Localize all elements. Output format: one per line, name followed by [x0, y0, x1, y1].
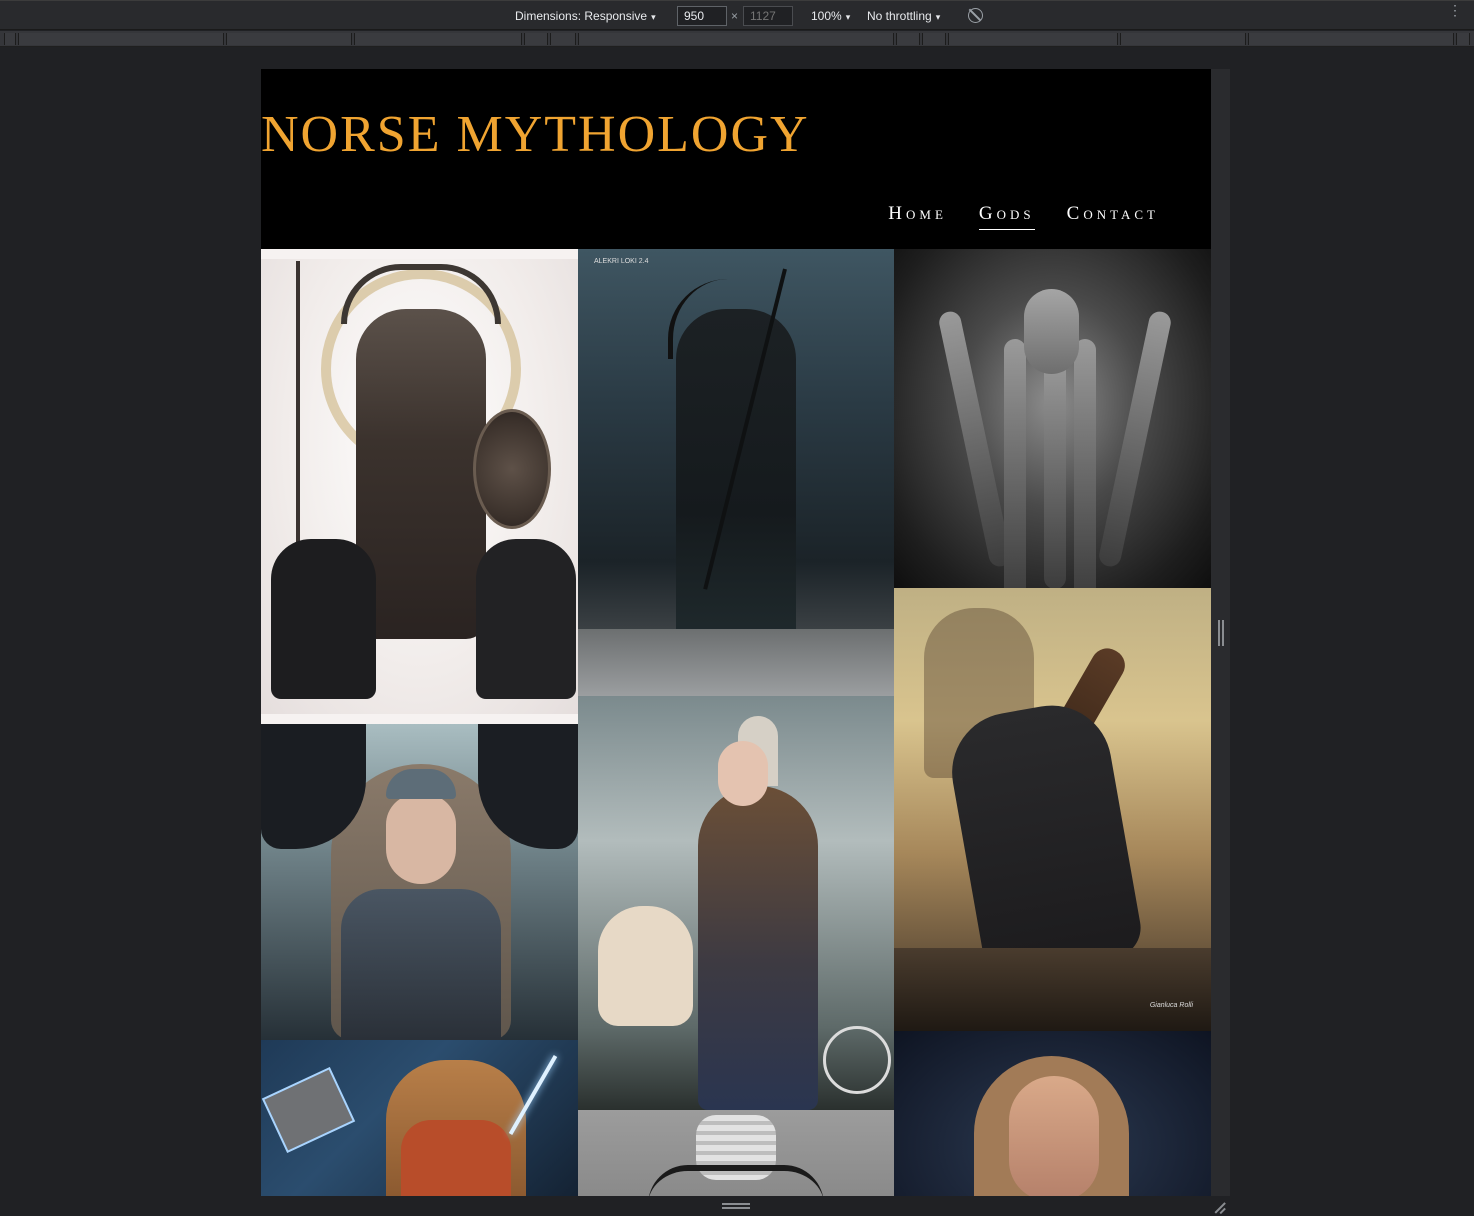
times-icon: ×: [731, 9, 739, 23]
height-input[interactable]: [743, 6, 793, 26]
zoom-label: 100%: [811, 9, 842, 23]
gallery-image-loki[interactable]: ALEKRI LOKI 2.4: [578, 249, 894, 696]
more-options-icon[interactable]: ⋮: [1448, 3, 1462, 17]
resize-handle-corner[interactable]: [1213, 1200, 1227, 1214]
ruler-segment[interactable]: [1248, 33, 1454, 45]
image-caption: ALEKRI LOKI 2.4: [594, 258, 649, 265]
throttling-label: No throttling: [867, 9, 932, 23]
emulated-viewport: NORSE MYTHOLOGY Home Gods Contact ALEKRI…: [261, 69, 1211, 1196]
ruler-segment[interactable]: [4, 33, 16, 45]
dimensions-dropdown[interactable]: Dimensions: Responsive ▾: [515, 9, 656, 23]
chevron-down-icon: ▾: [935, 12, 941, 22]
gallery-image-valkyrie[interactable]: [578, 696, 894, 1110]
ruler-segment[interactable]: [550, 33, 576, 45]
ruler-segment[interactable]: [578, 33, 894, 45]
gallery-image-odin[interactable]: [261, 249, 578, 724]
devtools-device-toolbar: Dimensions: Responsive▾ × 100%▾ No throt…: [0, 0, 1474, 30]
nav-home[interactable]: Home: [888, 203, 947, 230]
gallery-image-horn-warrior[interactable]: Gianluca Rolli: [894, 588, 1211, 1031]
zoom-dropdown[interactable]: 100% ▾: [811, 9, 850, 23]
ruler-segment[interactable]: [354, 33, 522, 45]
width-input[interactable]: [677, 6, 727, 26]
chevron-down-icon: ▾: [845, 12, 851, 22]
resize-handle-bottom[interactable]: [722, 1203, 750, 1209]
site-header: NORSE MYTHOLOGY Home Gods Contact: [261, 69, 1211, 249]
ruler-segment[interactable]: [922, 33, 946, 45]
ruler-segment[interactable]: [524, 33, 548, 45]
rotate-icon[interactable]: [968, 8, 983, 23]
media-query-ruler: [0, 31, 1474, 47]
ruler-segment[interactable]: [226, 33, 352, 45]
gallery-image-ravens[interactable]: [578, 1110, 894, 1196]
dimensions-label: Dimensions: Responsive: [515, 9, 648, 23]
gallery-image-tree-statue[interactable]: [894, 249, 1211, 588]
nav-gods[interactable]: Gods: [978, 203, 1035, 230]
gods-gallery: ALEKRI LOKI 2.4 Gianluca Rolli: [261, 249, 1211, 1196]
ruler-segment[interactable]: [948, 33, 1118, 45]
main-nav: Home Gods Contact: [888, 203, 1159, 230]
gallery-image-freyja[interactable]: [261, 724, 578, 1040]
nav-contact[interactable]: Contact: [1067, 203, 1159, 230]
resize-handle-right[interactable]: [1218, 620, 1224, 646]
image-caption: Gianluca Rolli: [1149, 1002, 1193, 1009]
gallery-image-goddess-portrait[interactable]: [894, 1031, 1211, 1196]
ruler-segment[interactable]: [18, 33, 224, 45]
ruler-segment[interactable]: [1456, 33, 1470, 45]
throttling-dropdown[interactable]: No throttling ▾: [867, 9, 940, 23]
site-title: NORSE MYTHOLOGY: [261, 106, 810, 163]
ruler-segment[interactable]: [896, 33, 920, 45]
ruler-segment[interactable]: [1120, 33, 1246, 45]
chevron-down-icon: ▾: [651, 12, 656, 22]
gallery-image-thor[interactable]: [261, 1040, 578, 1196]
